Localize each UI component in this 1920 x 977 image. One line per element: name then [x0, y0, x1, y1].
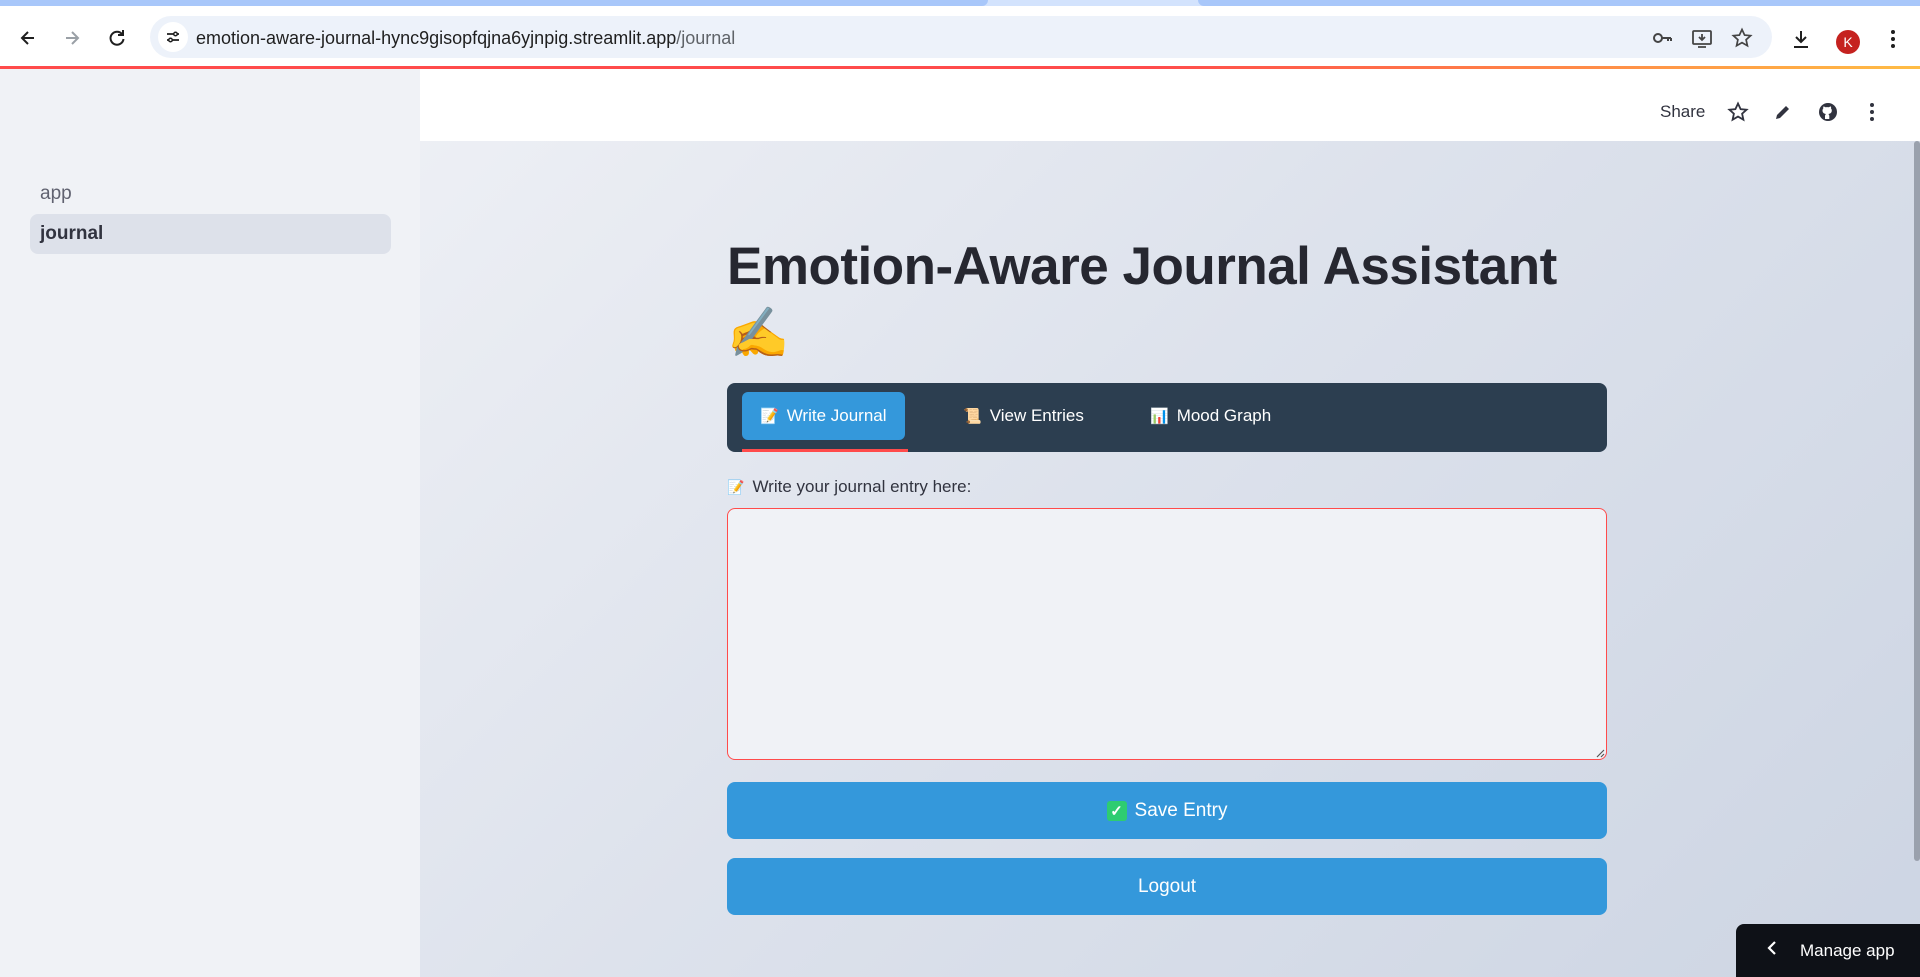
url-host: emotion-aware-journal-hync9gisopfqjna6yj…: [196, 28, 677, 48]
page-title-text: Emotion-Aware Journal Assistant: [727, 237, 1557, 296]
logout-label: Logout: [1137, 875, 1197, 897]
app-menu-icon[interactable]: [1859, 99, 1885, 125]
save-entry-label: Save Entry: [1134, 799, 1228, 821]
resize-handle-icon[interactable]: [1595, 748, 1605, 758]
app-header: Share: [420, 69, 1920, 141]
sidebar-item-label: app: [40, 183, 72, 204]
url-path: /journal: [676, 28, 736, 48]
main-content: Share Emotion-Aware Journal Assistant ✍️…: [420, 69, 1920, 977]
browser-toolbar: emotion-aware-journal-hync9gisopfqjna6yj…: [0, 6, 1920, 67]
tab-view-entries[interactable]: 📜 View Entries: [945, 392, 1102, 440]
journal-entry-textarea[interactable]: [727, 508, 1607, 760]
tab-label: Mood Graph: [1176, 406, 1272, 425]
sidebar-item-journal[interactable]: journal: [30, 214, 391, 254]
sidebar: app journal: [0, 69, 420, 977]
chevron-left-icon: [1766, 940, 1778, 961]
star-icon[interactable]: [1725, 99, 1751, 125]
memo-icon: 📝: [760, 408, 779, 425]
scrollbar[interactable]: [1914, 141, 1920, 861]
tab-label: View Entries: [989, 406, 1084, 425]
tab-label: Write Journal: [786, 406, 887, 425]
memo-icon: 📝: [727, 478, 745, 495]
site-info-icon[interactable]: [158, 22, 188, 52]
sidebar-item-app[interactable]: app: [30, 174, 391, 214]
install-app-icon[interactable]: [1690, 26, 1714, 50]
back-icon[interactable]: [14, 24, 42, 52]
address-bar[interactable]: emotion-aware-journal-hync9gisopfqjna6yj…: [150, 16, 1772, 58]
manage-app-label: Manage app: [1800, 940, 1895, 960]
manage-app-button[interactable]: Manage app: [1736, 924, 1920, 977]
edit-pencil-icon[interactable]: [1770, 99, 1796, 125]
check-mark-icon: ✓: [1106, 800, 1127, 821]
tab-bar: 📝 Write Journal 📜 View Entries 📊 Mood Gr…: [727, 383, 1607, 452]
journal-entry-label: 📝 Write your journal entry here:: [727, 477, 971, 497]
key-icon[interactable]: [1650, 26, 1674, 50]
bar-chart-icon: 📊: [1150, 408, 1169, 425]
writing-hand-icon: ✍️: [727, 305, 789, 361]
sidebar-item-label: journal: [40, 223, 104, 244]
bookmark-star-icon[interactable]: [1730, 26, 1754, 50]
tab-write-journal[interactable]: 📝 Write Journal: [742, 392, 905, 440]
share-button[interactable]: Share: [1660, 102, 1705, 122]
browser-chrome: emotion-aware-journal-hync9gisopfqjna6yj…: [0, 0, 1920, 69]
journal-entry-label-text: Write your journal entry here:: [752, 477, 972, 496]
scroll-icon: 📜: [963, 408, 982, 425]
logout-button[interactable]: Logout: [727, 858, 1607, 915]
github-icon[interactable]: [1815, 99, 1841, 125]
page-title: Emotion-Aware Journal Assistant ✍️: [727, 234, 1627, 366]
url-text[interactable]: emotion-aware-journal-hync9gisopfqjna6yj…: [196, 28, 735, 49]
tab-mood-graph[interactable]: 📊 Mood Graph: [1132, 392, 1289, 440]
active-tab-indicator: [742, 449, 908, 452]
browser-menu-icon[interactable]: [1880, 26, 1906, 52]
profile-avatar[interactable]: K: [1836, 30, 1860, 54]
save-entry-button[interactable]: ✓ Save Entry: [727, 782, 1607, 839]
download-icon[interactable]: [1788, 26, 1814, 52]
forward-icon[interactable]: [58, 24, 86, 52]
reload-icon[interactable]: [103, 24, 131, 52]
